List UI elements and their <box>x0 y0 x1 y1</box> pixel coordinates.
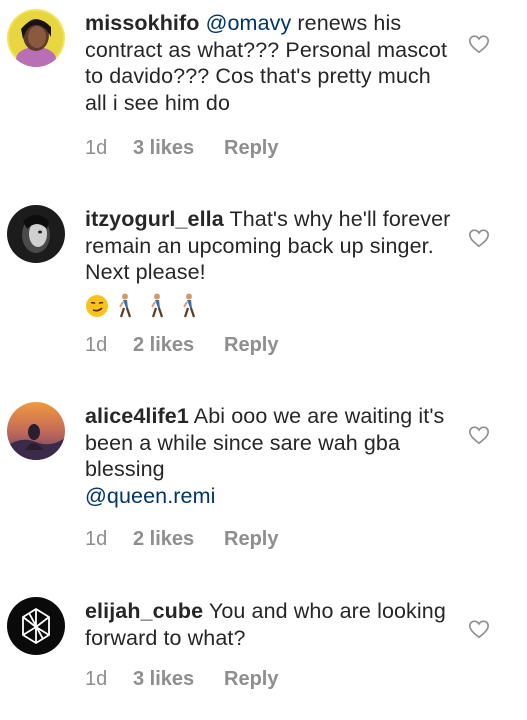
emoji-row <box>85 292 455 318</box>
reply-button[interactable]: Reply <box>224 668 278 691</box>
profile-photo-icon <box>7 9 65 67</box>
likes-count[interactable]: 2 likes <box>133 528 224 551</box>
comment-text: elijah_cube You and who are looking forw… <box>85 598 455 651</box>
comment-timestamp: 1d <box>85 334 108 356</box>
person-walking-icon <box>119 293 132 318</box>
avatar[interactable] <box>7 597 65 655</box>
avatar[interactable] <box>7 402 65 460</box>
profile-photo-icon <box>7 205 65 263</box>
profile-logo-icon <box>7 597 65 655</box>
comment-username[interactable]: elijah_cube <box>85 599 203 623</box>
comment-meta: 1d 2 likes Reply <box>85 334 278 357</box>
comment-username[interactable]: missokhifo <box>85 11 200 35</box>
comment-timestamp: 1d <box>85 668 108 690</box>
comment-username[interactable]: alice4life1 <box>85 404 189 428</box>
avatar[interactable] <box>7 9 65 67</box>
comment-mention[interactable]: @queen.remi <box>85 484 216 508</box>
likes-count[interactable]: 3 likes <box>133 137 224 160</box>
like-heart-icon[interactable] <box>468 618 490 640</box>
comment-meta: 1d 2 likes Reply <box>85 528 278 551</box>
comment-text: itzyogurl_ella That's why he'll forever … <box>85 206 455 318</box>
comment-username[interactable]: itzyogurl_ella <box>85 207 224 231</box>
comment-timestamp: 1d <box>85 528 108 550</box>
reply-button[interactable]: Reply <box>224 528 278 551</box>
reply-button[interactable]: Reply <box>224 137 278 160</box>
person-walking-icon <box>183 293 196 318</box>
person-walking-icon <box>151 293 164 318</box>
comment-text: missokhifo @omavy renews his contract as… <box>85 10 455 116</box>
comment-mention[interactable]: @omavy <box>206 11 292 35</box>
comment-timestamp: 1d <box>85 137 108 159</box>
like-heart-icon[interactable] <box>468 33 490 55</box>
like-heart-icon[interactable] <box>468 424 490 446</box>
profile-photo-icon <box>7 402 65 460</box>
comment-text: alice4life1 Abi ooo we are waiting it's … <box>85 403 455 509</box>
likes-count[interactable]: 2 likes <box>133 334 224 357</box>
avatar[interactable] <box>7 205 65 263</box>
reply-button[interactable]: Reply <box>224 334 278 357</box>
comment-meta: 1d 3 likes Reply <box>85 137 278 160</box>
smirking-face-icon <box>86 294 108 317</box>
comment-meta: 1d 3 likes Reply <box>85 668 278 691</box>
likes-count[interactable]: 3 likes <box>133 668 224 691</box>
like-heart-icon[interactable] <box>468 227 490 249</box>
